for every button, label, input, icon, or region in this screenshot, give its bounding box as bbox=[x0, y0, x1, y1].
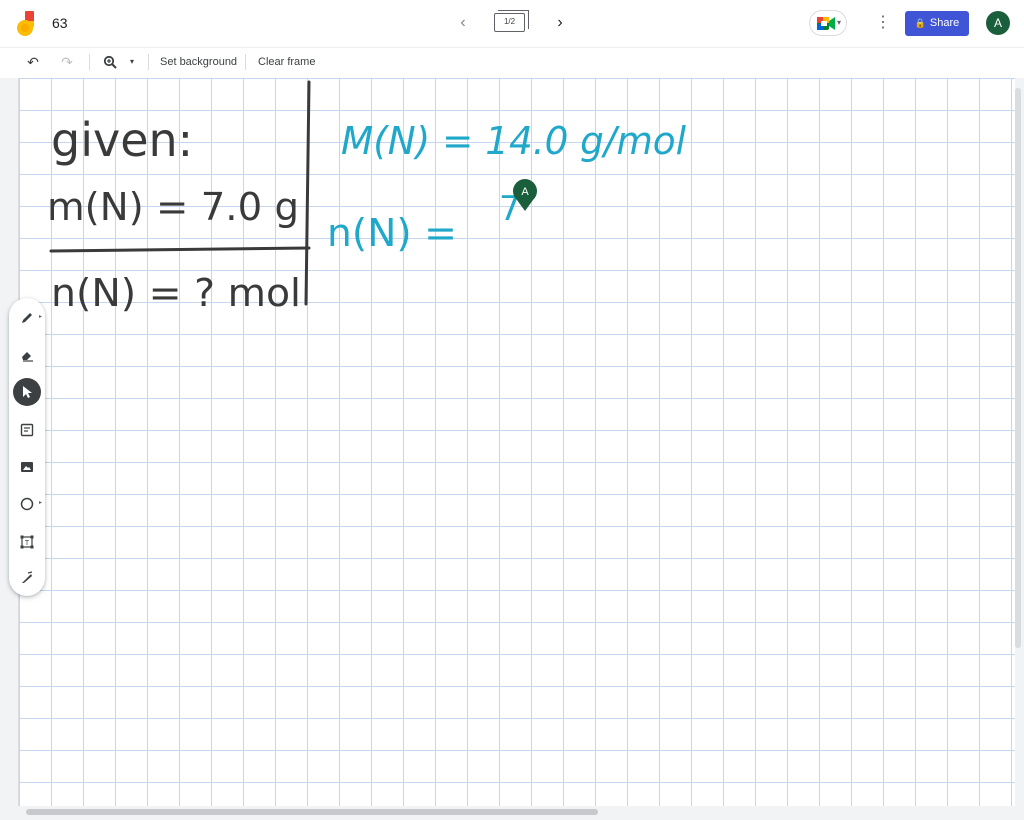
pen-icon[interactable]: ▸ bbox=[13, 304, 42, 332]
clear-frame-button[interactable]: Clear frame bbox=[258, 53, 315, 71]
lock-icon: 🔒 bbox=[914, 18, 926, 28]
tool-palette: ▸ ▸ T bbox=[9, 298, 45, 596]
whiteboard-canvas[interactable]: given: m(N) = 7.0 g n(N) = ? mol M(N) = … bbox=[18, 78, 1015, 806]
given-label: given: bbox=[51, 113, 193, 167]
meet-icon bbox=[817, 17, 835, 30]
laser-icon[interactable] bbox=[13, 564, 41, 592]
collaborator-cursor: A bbox=[513, 179, 537, 211]
frame-counter-label: 1/2 bbox=[494, 13, 525, 32]
given-mass: m(N) = 7.0 g bbox=[47, 185, 299, 229]
redo-icon[interactable]: ↷ bbox=[58, 52, 76, 72]
account-avatar[interactable]: A bbox=[986, 11, 1010, 35]
frame-bar-button[interactable]: 1/2 bbox=[494, 10, 529, 34]
unknown-moles: n(N) = ? mol bbox=[51, 271, 301, 315]
more-vert-icon[interactable]: ⋮ bbox=[874, 12, 892, 34]
sticky-note-icon[interactable] bbox=[13, 416, 41, 444]
image-icon[interactable] bbox=[13, 453, 41, 481]
divider-line-vertical bbox=[304, 80, 311, 306]
text-box-icon[interactable]: T bbox=[13, 528, 41, 556]
meet-button[interactable]: ▾ bbox=[809, 10, 847, 36]
toolbar: ↶ ↷ ▾ Set background Clear frame bbox=[0, 47, 1024, 79]
select-icon[interactable] bbox=[13, 378, 41, 406]
jamboard-logo-icon bbox=[17, 11, 34, 36]
share-button[interactable]: 🔒 Share bbox=[905, 11, 969, 36]
zoom-dropdown-icon[interactable]: ▾ bbox=[126, 52, 138, 72]
chevron-right-icon[interactable]: › bbox=[551, 14, 569, 32]
chevron-left-icon[interactable]: ‹ bbox=[454, 14, 472, 32]
moles-expression: n(N) = bbox=[327, 211, 457, 255]
undo-icon[interactable]: ↶ bbox=[24, 52, 42, 72]
top-bar: 63 ‹ 1/2 › ▾ ⋮ 🔒 Share A bbox=[0, 0, 1024, 46]
svg-text:T: T bbox=[25, 540, 30, 547]
set-background-button[interactable]: Set background bbox=[160, 53, 237, 71]
eraser-icon[interactable] bbox=[13, 341, 41, 369]
caret-down-icon: ▾ bbox=[837, 18, 842, 27]
circle-icon[interactable]: ▸ bbox=[13, 490, 42, 518]
horizontal-scrollbar[interactable] bbox=[26, 809, 598, 815]
molar-mass: M(N) = 14.0 g/mol bbox=[341, 119, 686, 163]
zoom-icon[interactable] bbox=[101, 52, 119, 72]
share-label: Share bbox=[929, 17, 960, 29]
document-title[interactable]: 63 bbox=[52, 15, 68, 31]
canvas-area: given: m(N) = 7.0 g n(N) = ? mol M(N) = … bbox=[0, 78, 1024, 820]
vertical-scrollbar[interactable] bbox=[1015, 88, 1021, 648]
collaborator-initial: A bbox=[521, 186, 529, 198]
divider-line-horizontal bbox=[49, 246, 311, 253]
